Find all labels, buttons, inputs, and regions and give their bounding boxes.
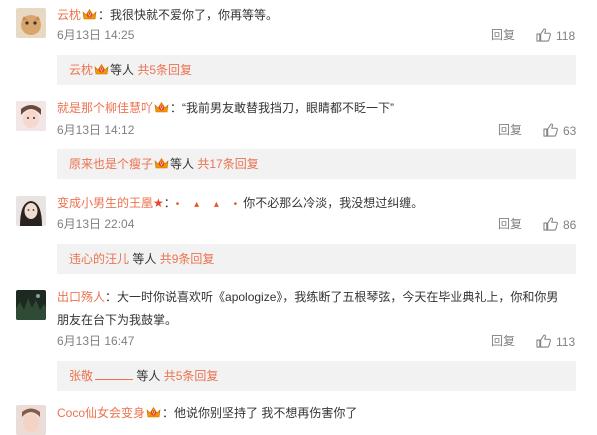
sub-reply-count[interactable]: 共17条回复 [197, 157, 258, 171]
comment-text: ：他说你别坚持了 我不想再伤害你了 [162, 406, 358, 420]
sub-replies-box[interactable]: 云枕 等人 共5条回复 [57, 55, 576, 85]
comment-time: 6月13日 16:47 [57, 334, 135, 348]
sub-replies-box[interactable]: 原来也是个瘦子 等人 共17条回复 [57, 149, 576, 179]
vip-crown-icon [154, 157, 169, 170]
avatar[interactable] [16, 101, 46, 131]
like-button[interactable]: 63 [543, 123, 576, 138]
thumbs-up-icon [543, 123, 558, 137]
comment-text: 你不必那么冷淡，我没想过纠缠。 [243, 196, 424, 210]
like-button[interactable]: 86 [543, 217, 576, 232]
like-count: 86 [563, 218, 577, 232]
sub-reply-others: 等人 [110, 63, 135, 77]
comment-time: 6月13日 14:12 [57, 123, 135, 137]
comment-username[interactable]: 变成小男生的王凰 [57, 196, 153, 210]
username-underline [95, 368, 134, 380]
sub-reply-others: 等人 [136, 369, 161, 383]
sub-reply-username[interactable]: 云枕 [69, 63, 93, 77]
sub-replies-box[interactable]: 张敬 等人 共5条回复 [57, 361, 576, 391]
sub-reply-username[interactable]: 张敬 [69, 369, 93, 383]
like-count: 63 [563, 124, 577, 138]
like-button[interactable]: 118 [536, 28, 575, 43]
sub-reply-others: 等人 [170, 157, 195, 171]
vip-crown-icon [146, 406, 161, 419]
vip-crown-icon [154, 101, 169, 114]
comment-username[interactable]: 云枕 [57, 8, 81, 22]
avatar[interactable] [16, 8, 46, 38]
sub-reply-others: 等人 [132, 252, 157, 266]
comment-time: 6月13日 14:25 [57, 28, 135, 42]
avatar[interactable] [16, 405, 46, 435]
emoji-icons: • ▴ ▴ • [175, 199, 244, 210]
vip-crown-icon [82, 8, 97, 21]
thumbs-up-icon [536, 28, 551, 42]
thumbs-up-icon [543, 217, 558, 231]
sub-replies-box[interactable]: 违心的汪儿 等人 共9条回复 [57, 244, 576, 274]
thumbs-up-icon [536, 334, 551, 348]
vip-crown-icon [94, 63, 109, 76]
comment-text: ：我很快就不爱你了，你再等等。 [98, 8, 279, 22]
comment-text: ：“我前男友敢替我挡刀，眼睛都不眨一下” [170, 101, 395, 115]
comment-username[interactable]: Coco仙女会变身 [57, 406, 145, 420]
comment-text: ：大一时你说喜欢听《apologize》，我练断了五根琴弦，今天在毕业典礼上，你… [105, 290, 559, 304]
reply-button[interactable]: 回复 [491, 334, 515, 348]
like-button[interactable]: 113 [536, 334, 575, 349]
reply-button[interactable]: 回复 [498, 123, 522, 137]
reply-button[interactable]: 回复 [491, 28, 515, 42]
comment-text-continued: 朋友在台下为我鼓掌。 [57, 313, 178, 327]
sub-reply-username[interactable]: 原来也是个瘦子 [69, 157, 153, 171]
sub-reply-count[interactable]: 共9条回复 [160, 252, 215, 266]
sub-reply-username[interactable]: 违心的汪儿 [69, 252, 129, 266]
star-icon: ★ [153, 196, 164, 210]
reply-button[interactable]: 回复 [498, 217, 522, 231]
like-count: 113 [556, 335, 576, 349]
avatar[interactable] [16, 290, 46, 320]
sub-reply-count[interactable]: 共5条回复 [164, 369, 219, 383]
comment-username[interactable]: 出口殇人 [57, 290, 105, 304]
like-count: 118 [556, 29, 576, 43]
comment-username[interactable]: 就是那个柳佳慧吖 [57, 101, 153, 115]
sub-reply-count[interactable]: 共5条回复 [137, 63, 192, 77]
comment-time: 6月13日 22:04 [57, 217, 135, 231]
avatar[interactable] [16, 196, 46, 226]
